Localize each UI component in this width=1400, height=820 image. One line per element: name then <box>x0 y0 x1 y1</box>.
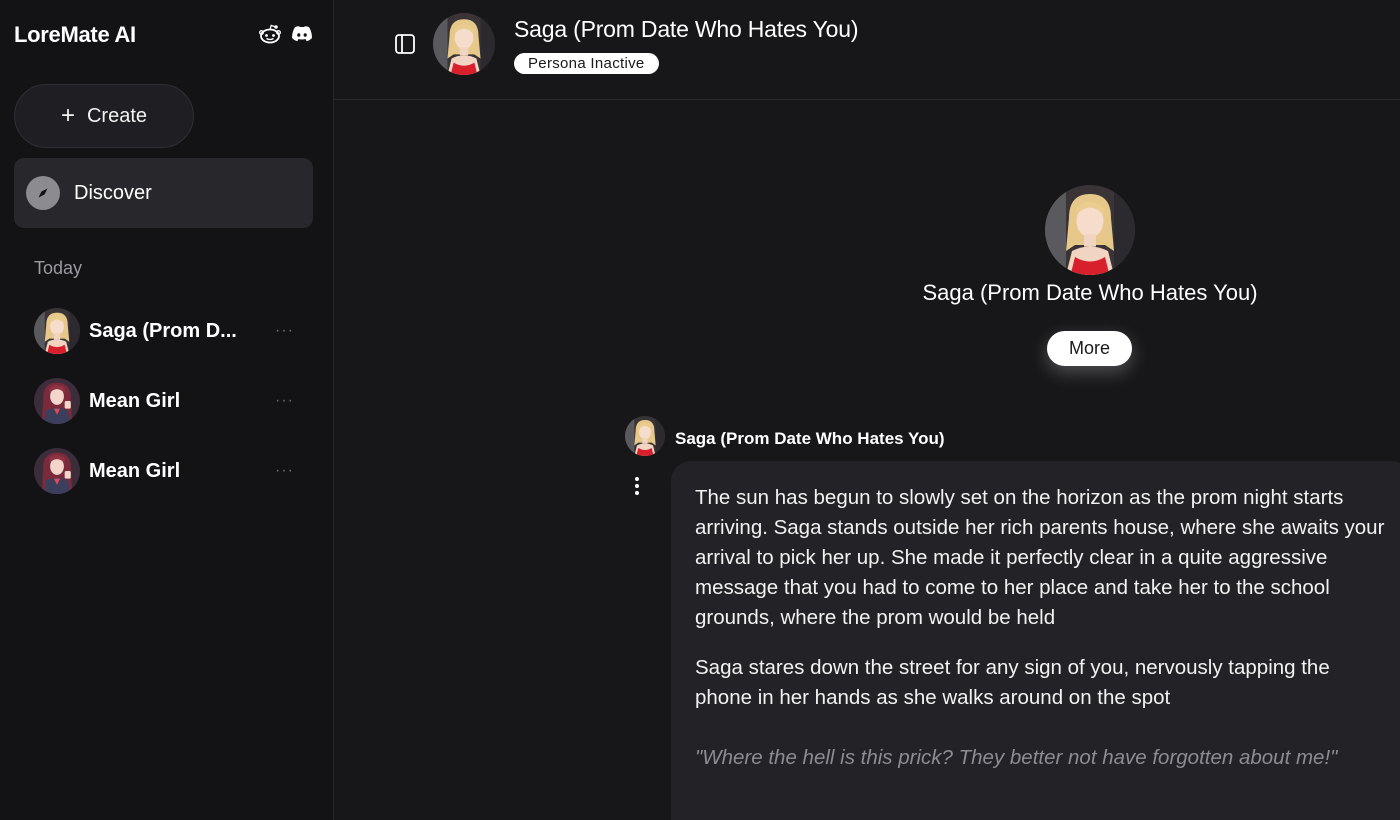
saga-avatar <box>34 308 80 354</box>
chat-item-mean-girl[interactable]: Mean Girl ··· <box>34 366 314 436</box>
more-options-icon[interactable]: ··· <box>275 392 294 410</box>
more-button[interactable]: More <box>1047 331 1132 366</box>
sidebar-toggle-icon[interactable] <box>394 33 416 55</box>
header-title: Saga (Prom Date Who Hates You) <box>514 16 859 42</box>
sidebar: LoreMate AI + Create Discover Today Saga… <box>0 0 334 820</box>
message-paragraph: Saga stares down the street for any sign… <box>695 656 1330 709</box>
chat-item-mean-girl[interactable]: Mean Girl ··· <box>34 436 314 506</box>
social-links <box>259 24 313 44</box>
message-quote: "Where the hell is this prick? They bett… <box>695 746 1338 769</box>
compass-icon <box>26 176 60 210</box>
brand-logo[interactable]: LoreMate AI <box>14 22 136 48</box>
chat-item-name: Mean Girl <box>89 459 181 482</box>
section-today: Today <box>34 258 83 278</box>
profile-avatar <box>1045 185 1135 275</box>
persona-status-badge[interactable]: Persona Inactive <box>514 53 659 74</box>
chat-item-name: Mean Girl <box>89 389 181 412</box>
create-label: Create <box>86 104 148 127</box>
more-options-icon[interactable]: ··· <box>275 322 294 340</box>
mean-girl-avatar <box>34 378 80 424</box>
reddit-icon[interactable] <box>259 24 281 44</box>
discover-nav-item[interactable]: Discover <box>14 158 313 228</box>
chat-item-name: Saga (Prom D... <box>89 319 237 342</box>
discord-icon[interactable] <box>291 25 313 43</box>
message-bubble: The sun has begun to slowly set on the h… <box>671 461 1400 820</box>
header-avatar[interactable] <box>433 13 495 75</box>
profile-name: Saga (Prom Date Who Hates You) <box>922 280 1258 305</box>
message-paragraph: The sun has begun to slowly set on the h… <box>695 486 1385 629</box>
chat-main: Saga (Prom Date Who Hates You) Persona I… <box>334 0 1400 820</box>
chat-list: Saga (Prom D... ··· Mean Girl ··· Mean G… <box>34 296 314 506</box>
plus-icon: + <box>60 102 75 129</box>
message-author-avatar <box>625 416 665 456</box>
message-author-name: Saga (Prom Date Who Hates You) <box>675 429 945 448</box>
chat-item-saga[interactable]: Saga (Prom D... ··· <box>34 296 314 366</box>
chat-header: Saga (Prom Date Who Hates You) Persona I… <box>334 0 1400 100</box>
create-button[interactable]: + Create <box>14 84 194 148</box>
discover-label: Discover <box>74 181 152 204</box>
mean-girl-avatar <box>34 448 80 494</box>
more-options-icon[interactable]: ··· <box>275 462 294 480</box>
message-menu-icon[interactable] <box>634 476 640 496</box>
